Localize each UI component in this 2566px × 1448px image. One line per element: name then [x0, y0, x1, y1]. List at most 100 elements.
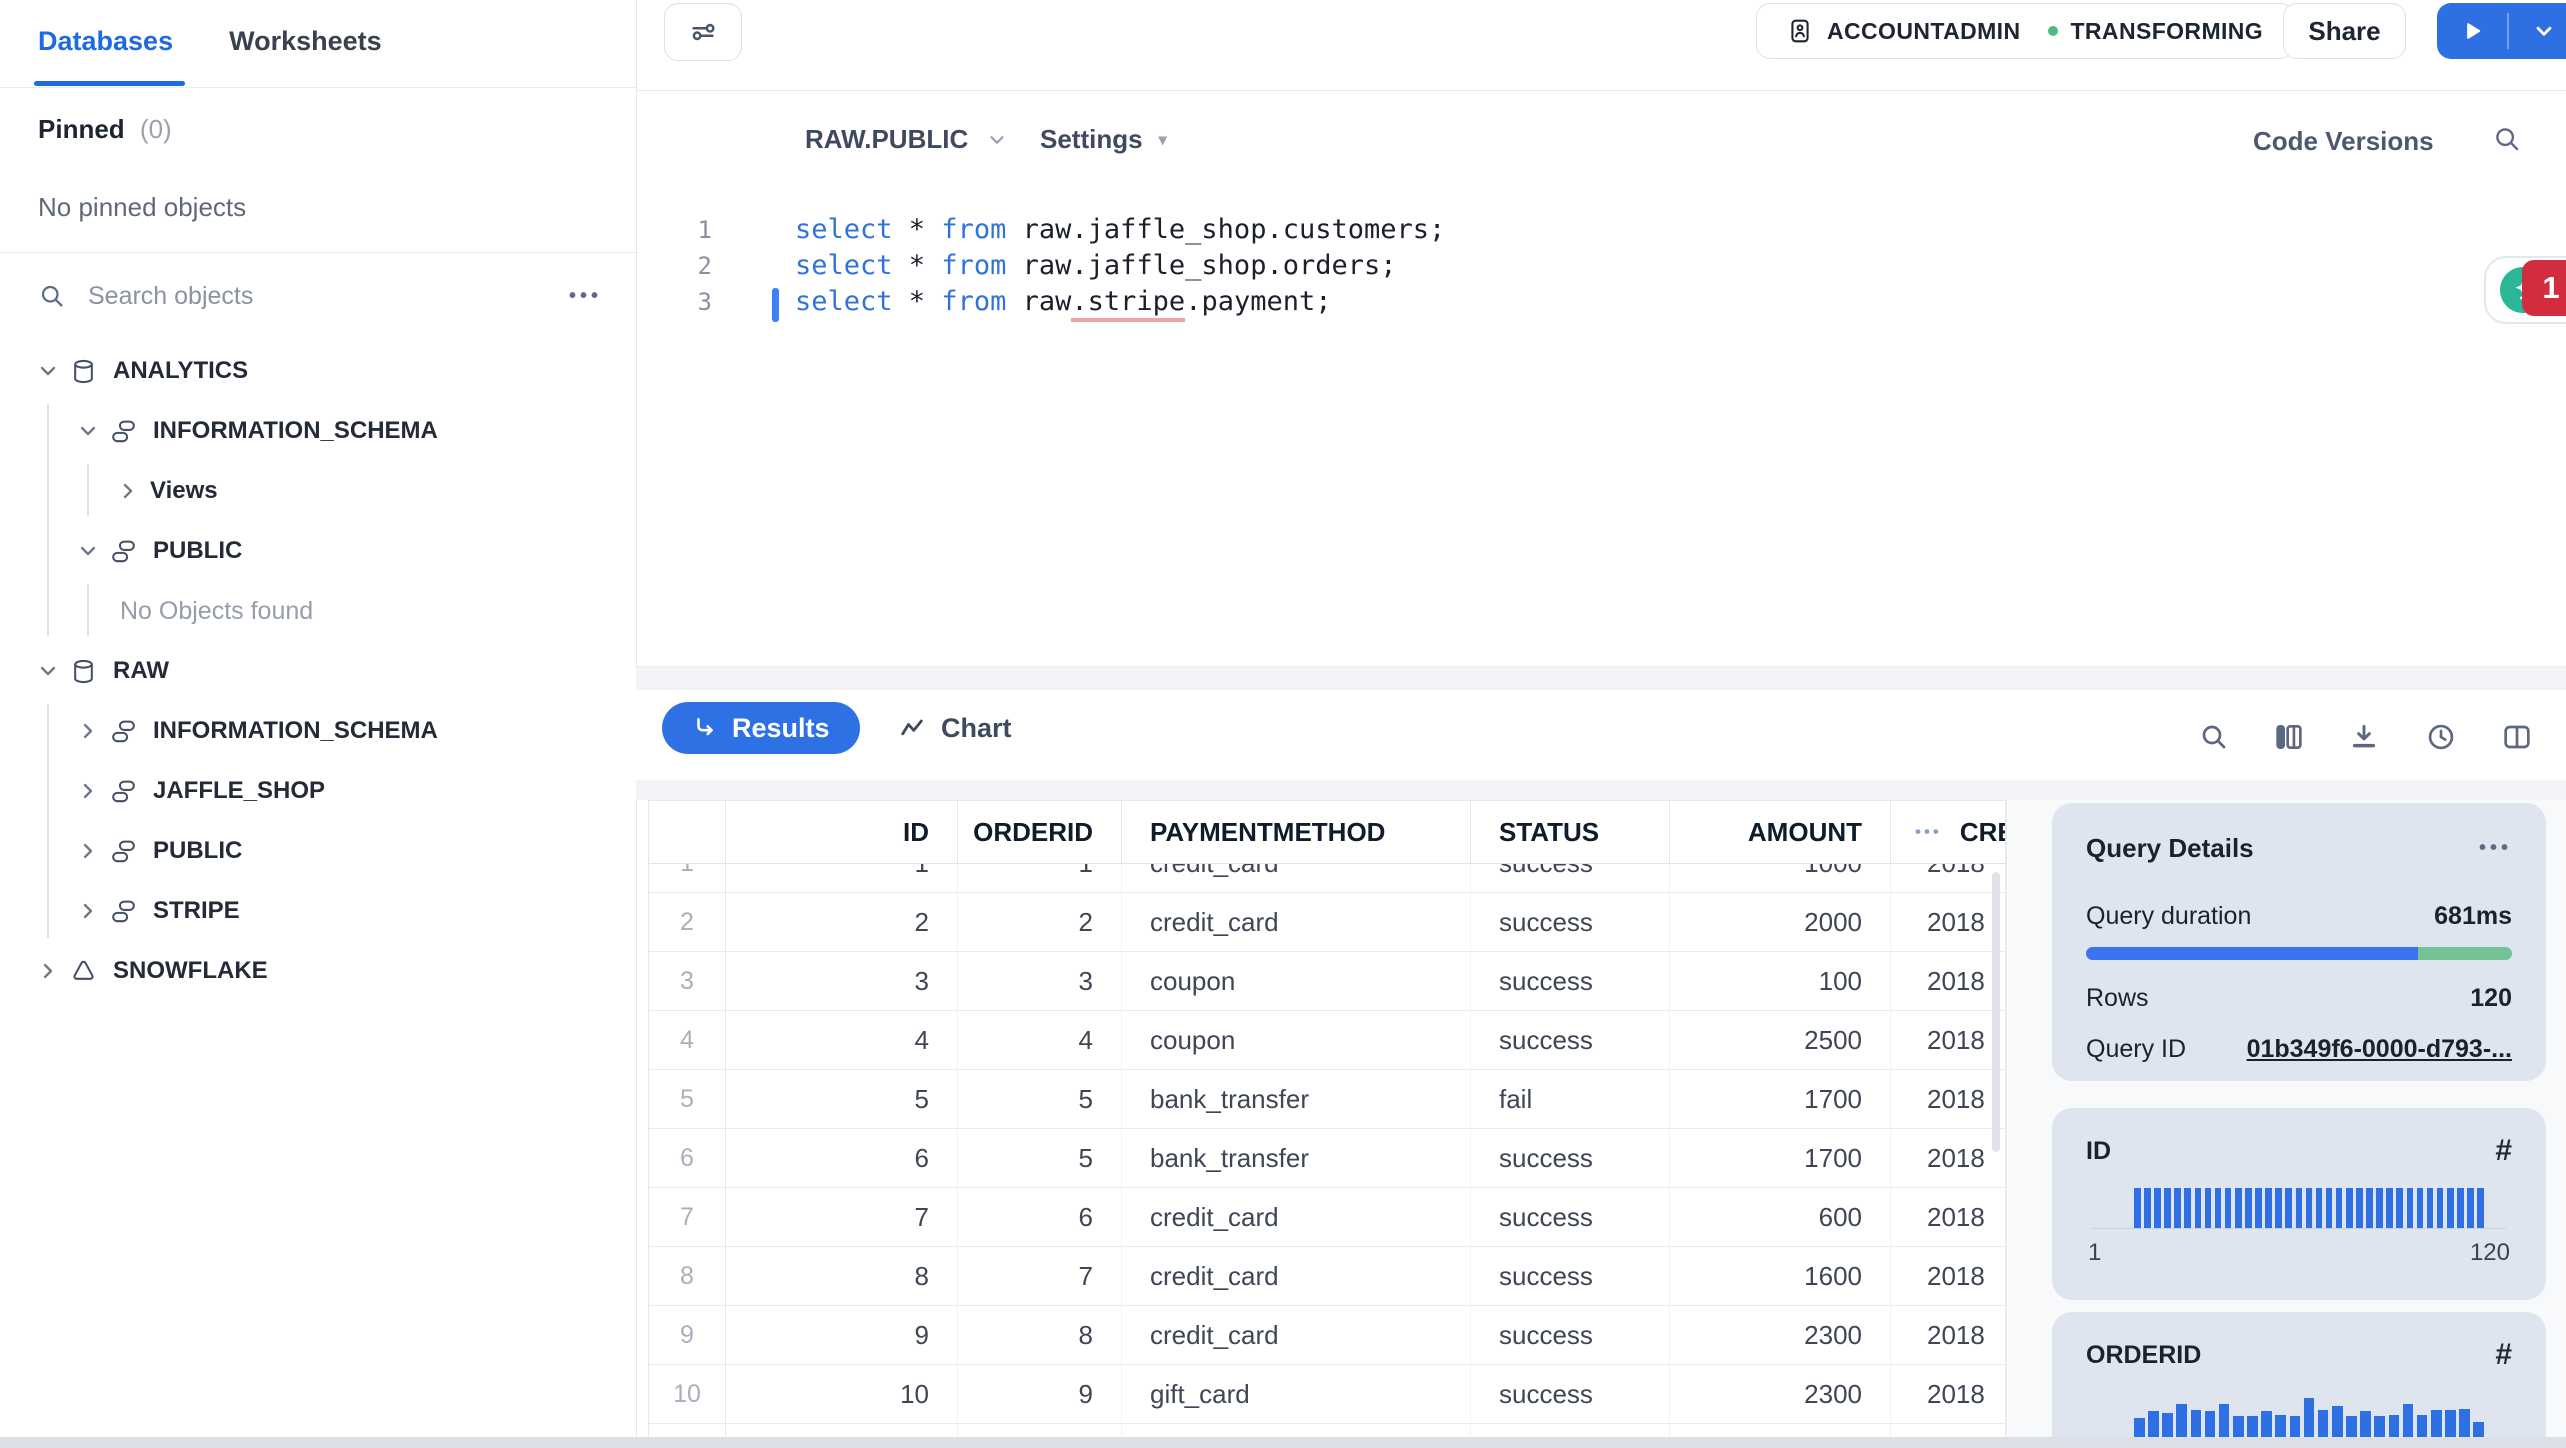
cell[interactable]: 600 [1670, 1188, 1891, 1246]
chevron-down-icon[interactable] [76, 419, 100, 443]
table-row[interactable]: 4 4 4 coupon success 2500 2018 [649, 1011, 2006, 1070]
cell[interactable]: success [1471, 1365, 1670, 1423]
cell[interactable] [726, 1424, 958, 1437]
cell[interactable]: success [1471, 1129, 1670, 1187]
query-history-clock-icon[interactable] [2418, 714, 2464, 760]
cell[interactable]: success [1471, 1188, 1670, 1246]
cell[interactable]: 2018 [1891, 952, 2006, 1010]
cell[interactable]: 2018 [1891, 1129, 2006, 1187]
run-options-button[interactable] [2509, 3, 2566, 59]
run-button[interactable] [2437, 3, 2507, 59]
cell[interactable]: 1 [958, 864, 1122, 892]
cell[interactable]: credit_card [1122, 864, 1471, 892]
object-search[interactable]: Search objects ••• [38, 272, 602, 320]
cell[interactable]: 5 [726, 1070, 958, 1128]
cell[interactable]: 1700 [1670, 1129, 1891, 1187]
cell[interactable]: 2 [726, 893, 958, 951]
editor-search-icon[interactable] [2492, 124, 2522, 154]
search-input[interactable]: Search objects [88, 282, 569, 311]
code-line-1[interactable]: select * from raw.jaffle_shop.customers; [795, 212, 1445, 248]
sidebar-item-information_schema[interactable]: INFORMATION_SCHEMA [0, 401, 636, 461]
sidebar-item-public[interactable]: PUBLIC [0, 521, 636, 581]
cell[interactable]: 100 [1670, 952, 1891, 1010]
cell[interactable]: 10 [726, 1365, 958, 1423]
cell[interactable]: 2018 [1891, 893, 2006, 951]
tab-worksheets[interactable]: Worksheets [229, 26, 382, 85]
settings-dropdown[interactable]: Settings ▾ [1040, 124, 1167, 155]
horizontal-scrollbar-track[interactable] [0, 1437, 2566, 1448]
cell[interactable] [1471, 1424, 1670, 1437]
chevron-down-icon[interactable] [36, 359, 60, 383]
sidebar-item-jaffle_shop[interactable]: JAFFLE_SHOP [0, 761, 636, 821]
query-details-menu-icon[interactable]: ••• [2479, 837, 2512, 860]
cell[interactable]: 9 [958, 1365, 1122, 1423]
toggle-object-explorer-button[interactable] [664, 3, 742, 61]
table-row[interactable]: 5 5 5 bank_transfer fail 1700 2018 [649, 1070, 2006, 1129]
cell[interactable]: 2018 [1891, 1011, 2006, 1069]
table-row[interactable]: 6 6 5 bank_transfer success 1700 2018 [649, 1129, 2006, 1188]
cell[interactable]: 1000 [1670, 864, 1891, 892]
cell[interactable]: coupon [1122, 1011, 1471, 1069]
cell[interactable]: 6 [726, 1129, 958, 1187]
code-line-2[interactable]: select * from raw.jaffle_shop.orders; [795, 248, 1397, 284]
cell[interactable]: fail [1471, 1070, 1670, 1128]
table-row[interactable]: 3 3 3 coupon success 100 2018 [649, 952, 2006, 1011]
results-table[interactable]: ID ORDERID PAYMENTMETHOD STATUS AMOUNT ••• CRE… [648, 800, 2007, 1437]
cell[interactable]: 4 [958, 1011, 1122, 1069]
column-header-amount[interactable]: AMOUNT [1670, 801, 1891, 863]
cell[interactable]: coupon [1122, 952, 1471, 1010]
cell[interactable]: 2018 [1891, 1306, 2006, 1364]
cell[interactable]: 7 [726, 1188, 958, 1246]
chevron-right-icon[interactable] [36, 959, 60, 983]
column-header-orderid[interactable]: ORDERID [958, 801, 1122, 863]
share-button[interactable]: Share [2283, 3, 2406, 59]
cell[interactable]: 8 [726, 1247, 958, 1305]
cell[interactable]: success [1471, 1306, 1670, 1364]
cell[interactable]: gift_card [1122, 1365, 1471, 1423]
column-header-created[interactable]: ••• CREATED [1891, 801, 2006, 863]
chevron-down-icon[interactable] [36, 659, 60, 683]
table-row[interactable]: 7 7 6 credit_card success 600 2018 [649, 1188, 2006, 1247]
chevron-right-icon[interactable] [76, 779, 100, 803]
cell[interactable]: credit_card [1122, 1188, 1471, 1246]
cell[interactable]: 5 [958, 1070, 1122, 1128]
chevron-right-icon[interactable] [76, 899, 100, 923]
search-results-icon[interactable] [2191, 714, 2237, 760]
cell[interactable]: 8 [958, 1306, 1122, 1364]
cell[interactable]: success [1471, 893, 1670, 951]
column-stats-card-orderid[interactable]: ORDERID # [2052, 1312, 2546, 1448]
column-header-status[interactable]: STATUS [1471, 801, 1670, 863]
cell[interactable]: 3 [958, 952, 1122, 1010]
chevron-right-icon[interactable] [76, 839, 100, 863]
code-versions-link[interactable]: Code Versions [2253, 126, 2434, 157]
cell[interactable]: credit_card [1122, 1247, 1471, 1305]
cell[interactable] [1122, 1424, 1471, 1437]
tab-chart[interactable]: Chart [898, 702, 1012, 754]
query-id-link[interactable]: 01b349f6-0000-d793-... [2247, 1035, 2512, 1064]
cell[interactable]: 2 [958, 893, 1122, 951]
chevron-right-icon[interactable] [76, 719, 100, 743]
cell[interactable]: 7 [958, 1247, 1122, 1305]
column-header-paymentmethod[interactable]: PAYMENTMETHOD [1122, 801, 1471, 863]
columns-icon[interactable] [2266, 714, 2312, 760]
download-icon[interactable] [2341, 714, 2387, 760]
sidebar-item-stripe[interactable]: STRIPE [0, 881, 636, 941]
column-header-id[interactable]: ID [726, 801, 958, 863]
cell[interactable]: success [1471, 952, 1670, 1010]
table-row[interactable] [649, 1424, 2006, 1437]
code-line-3[interactable]: select * from raw.stripe.payment; [795, 284, 1332, 322]
sidebar-item-views[interactable]: Views [0, 461, 636, 521]
cell[interactable]: 2500 [1670, 1011, 1891, 1069]
table-vertical-scrollbar[interactable] [1992, 872, 2000, 1152]
cell[interactable]: 9 [726, 1306, 958, 1364]
cell[interactable]: 2018 [1891, 1070, 2006, 1128]
cell[interactable]: 3 [726, 952, 958, 1010]
cell[interactable]: 1600 [1670, 1247, 1891, 1305]
cell[interactable]: success [1471, 1011, 1670, 1069]
cell[interactable]: 2018 [1891, 1188, 2006, 1246]
cell[interactable]: 5 [958, 1129, 1122, 1187]
chevron-down-icon[interactable] [76, 539, 100, 563]
cell[interactable]: 1 [726, 864, 958, 892]
cell[interactable]: 2300 [1670, 1306, 1891, 1364]
cell[interactable]: success [1471, 1247, 1670, 1305]
